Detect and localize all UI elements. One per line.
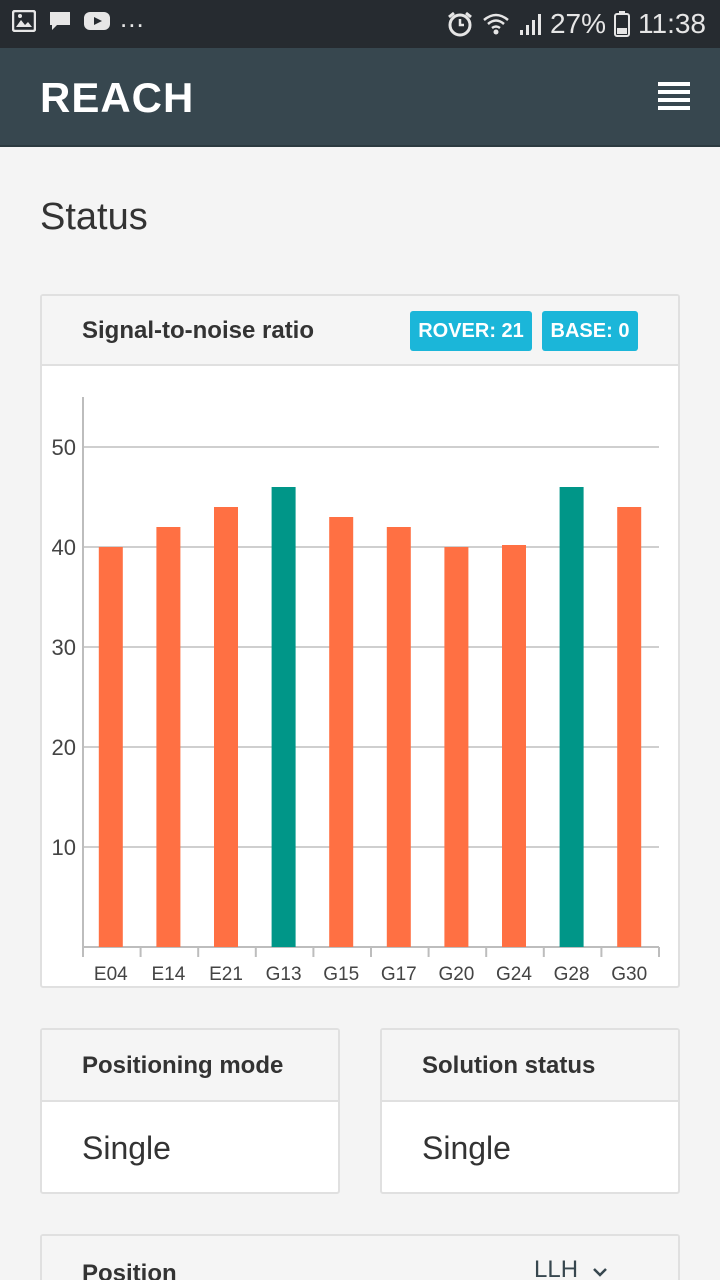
y-tick-label: 10 — [52, 835, 76, 860]
snr-card-header: Signal-to-noise ratio ROVER: 21 BASE: 0 — [42, 296, 678, 366]
bar — [617, 507, 642, 947]
x-tick-label: G20 — [438, 964, 474, 985]
battery-percent: 27% — [549, 8, 606, 39]
y-tick-label: 20 — [52, 735, 76, 760]
x-tick-label: G30 — [611, 964, 647, 985]
position-header: Position LLH — [42, 1236, 678, 1280]
snr-chart: 10 20 30 40 50 E04 E14 E21 G13 G15 G17 G20 G24 G28 G30 — [42, 366, 678, 986]
app-bar: REACH — [0, 48, 720, 147]
signal-icon — [518, 12, 542, 36]
battery-icon — [614, 11, 630, 37]
chevron-down-icon — [592, 1256, 608, 1280]
position-card: Position LLH — [40, 1234, 680, 1280]
overflow-indicator: ... — [120, 3, 145, 33]
position-title: Position — [82, 1260, 177, 1280]
snr-title: Signal-to-noise ratio — [82, 317, 315, 344]
notification-icons: ... — [11, 3, 145, 33]
solution-status-header: Solution status — [382, 1030, 678, 1102]
x-tick-label: E04 — [94, 964, 128, 985]
bar — [444, 547, 469, 947]
solution-status-value: Single — [422, 1130, 511, 1166]
positioning-mode-value: Single — [82, 1130, 171, 1166]
bar — [98, 547, 123, 947]
image-icon — [11, 9, 37, 33]
bar — [271, 487, 296, 947]
bar — [156, 527, 181, 947]
x-tick-label: E14 — [151, 964, 185, 985]
bar — [502, 545, 526, 947]
bar — [559, 487, 584, 947]
coordinate-format-select[interactable]: LLH — [534, 1256, 608, 1280]
clock: 11:38 — [638, 8, 706, 39]
y-tick-label: 40 — [52, 535, 76, 560]
status-bar: ... 27% 11:38 — [0, 0, 720, 48]
x-tick-label: E21 — [209, 964, 243, 985]
rover-badge[interactable]: ROVER: 21 — [410, 311, 532, 351]
system-status: 27% 11:38 — [446, 8, 706, 40]
solution-status-card: Solution status Single — [380, 1028, 680, 1194]
y-tick-label: 30 — [52, 635, 76, 660]
brand-logo: REACH — [40, 74, 195, 121]
snr-chart-svg: 10 20 30 40 50 E04 E14 E21 G13 G15 G17 G20 G24 G28 G30 — [52, 397, 660, 985]
bar — [386, 527, 411, 947]
x-tick-label: G15 — [323, 964, 359, 985]
x-tick-label: G13 — [266, 964, 302, 985]
solution-status-title: Solution status — [422, 1052, 596, 1079]
x-tick-label: G24 — [496, 964, 532, 985]
wifi-icon — [482, 12, 510, 36]
bar — [214, 507, 238, 947]
chat-icon — [48, 10, 72, 32]
snr-card: Signal-to-noise ratio ROVER: 21 BASE: 0 … — [40, 294, 680, 988]
positioning-mode-title: Positioning mode — [82, 1052, 284, 1079]
positioning-mode-header: Positioning mode — [42, 1030, 338, 1102]
hamburger-menu-icon[interactable] — [650, 78, 698, 116]
y-tick-label: 50 — [52, 435, 76, 460]
bar — [329, 517, 354, 947]
positioning-mode-card: Positioning mode Single — [40, 1028, 340, 1194]
page-title: Status — [40, 196, 148, 238]
x-tick-label: G28 — [554, 964, 590, 985]
base-badge[interactable]: BASE: 0 — [542, 311, 638, 351]
youtube-icon — [84, 10, 110, 32]
x-tick-label: G17 — [381, 964, 417, 985]
coordinate-format-value: LLH — [534, 1256, 579, 1280]
alarm-icon — [446, 10, 474, 38]
